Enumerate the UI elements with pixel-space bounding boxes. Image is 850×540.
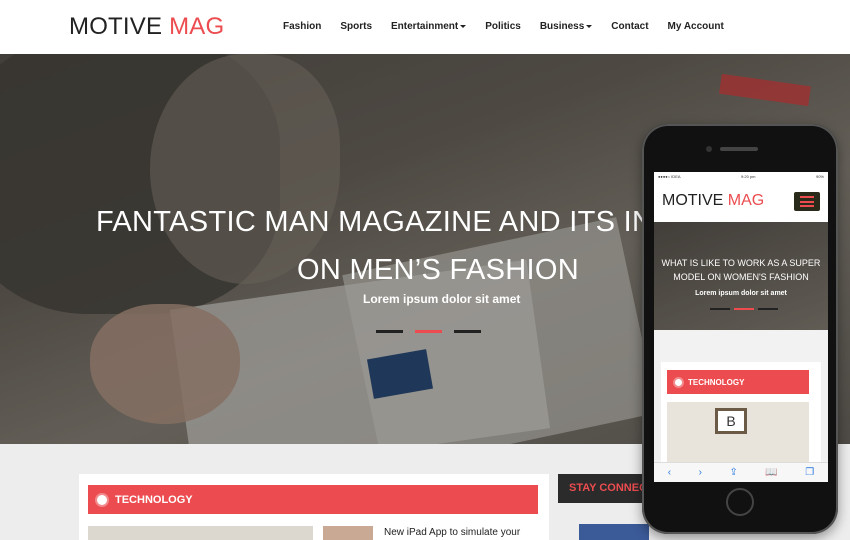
section-label: TECHNOLOGY [115,493,193,506]
battery-label: 90% [815,173,824,179]
nav-sports[interactable]: Sports [340,21,372,32]
back-icon[interactable]: ‹ [668,467,671,478]
mobile-header: MOTIVE MAG [654,180,828,222]
nav-label: Sports [340,21,373,32]
forward-icon[interactable]: › [699,467,702,478]
mobile-hero: WHAT IS LIKE TO WORK AS A SUPER MODEL ON… [654,222,828,330]
tabs-icon[interactable]: ❐ [805,467,814,478]
nav-label: Politics [485,21,521,32]
nav-fashion[interactable]: Fashion [283,21,321,32]
speaker-grille [720,147,758,151]
nav-label: Contact [611,21,649,32]
caret-down-icon [460,25,467,28]
nav-business[interactable]: Business [539,21,593,32]
logo-main: MOTIVE [662,192,724,209]
status-bar: ●●●●○ IDEA 9:20 pm 90% [654,172,828,180]
slider-dot[interactable] [454,330,481,333]
mobile-hero-title: WHAT IS LIKE TO WORK AS A SUPER MODEL ON… [661,258,821,282]
logo-main: MOTIVE [69,13,163,40]
bookmarks-icon[interactable]: 📖 [765,467,777,478]
nav-politics[interactable]: Politics [485,21,521,32]
nav-label: Fashion [283,21,322,32]
article-title[interactable]: New iPad App to simulate your [384,527,520,538]
social-button[interactable] [579,524,649,540]
browser-toolbar: ‹ › ⇪ 📖 ❐ [654,462,828,482]
sun-icon [97,494,107,505]
hamburger-menu-icon[interactable] [794,192,820,211]
mobile-hero-subtitle: Lorem ipsum dolor sit amet [695,290,787,297]
mobile-logo[interactable]: MOTIVE MAG [662,192,764,210]
section-heading: TECHNOLOGY [88,485,538,514]
site-logo[interactable]: MOTIVE MAG [69,13,224,41]
site-header: MOTIVE MAG Fashion Sports Entertainment … [0,0,850,54]
slider-dot-active[interactable] [415,330,442,333]
logo-accent: MAG [169,13,225,40]
home-button[interactable] [726,488,754,516]
slider-dot[interactable] [376,330,403,333]
nav-contact[interactable]: Contact [611,21,648,32]
slider-dot-active[interactable] [734,308,754,310]
slider-dot[interactable] [710,308,730,310]
nav-label: Business [539,21,585,32]
article-thumbnail[interactable]: B [667,402,809,462]
section-heading: TECHNOLOGY [667,370,809,394]
hero-title-line1: FANTASTIC MAN MAGAZINE AND ITS IN [96,206,654,238]
slider-dot[interactable] [758,308,778,310]
letter-board: B [715,408,747,434]
sun-icon [675,378,682,386]
caret-down-icon [586,25,593,28]
carrier-label: ●●●●○ IDEA [658,173,681,179]
status-time: 9:20 pm [741,173,756,179]
phone-mockup: ●●●●○ IDEA 9:20 pm 90% MOTIVE MAG WHAT I… [642,124,838,534]
nav-label: Entertainment [391,21,459,32]
article-thumbnail[interactable] [323,526,373,540]
section-label: TECHNOLOGY [688,377,745,387]
nav-entertainment[interactable]: Entertainment [391,21,467,32]
camera-icon [706,146,712,152]
main-nav: Fashion Sports Entertainment Politics Bu… [283,21,743,32]
slider-dots [376,330,481,333]
slider-dots [710,308,778,310]
nav-my-account[interactable]: My Account [668,21,724,32]
share-icon[interactable]: ⇪ [729,467,737,478]
article-thumbnail[interactable] [88,526,313,540]
nav-label: My Account [667,21,724,32]
phone-screen: ●●●●○ IDEA 9:20 pm 90% MOTIVE MAG WHAT I… [654,172,828,482]
technology-card: TECHNOLOGY New iPad App to simulate your [79,474,549,540]
hero-subtitle: Lorem ipsum dolor sit amet [363,292,521,306]
logo-accent: MAG [727,192,765,209]
